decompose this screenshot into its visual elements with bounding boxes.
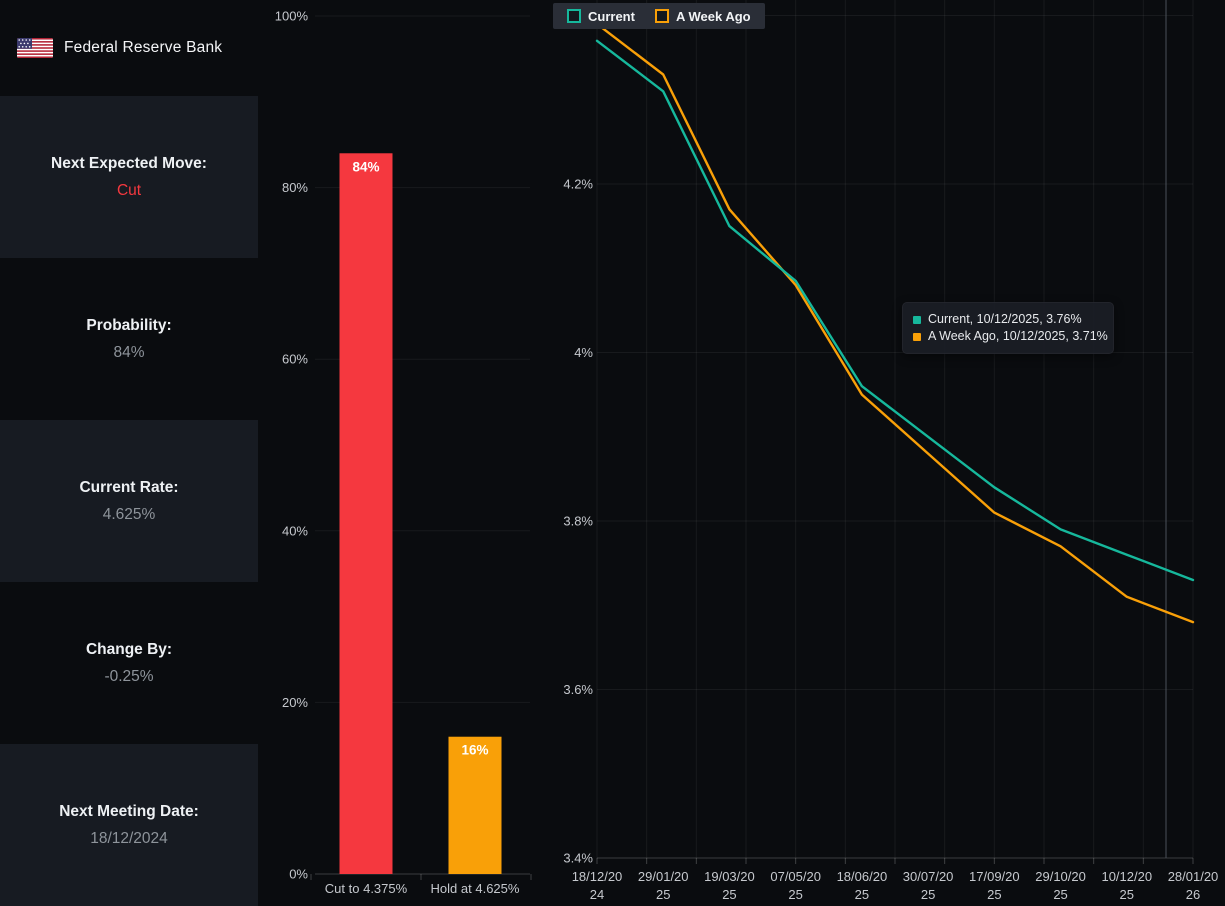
tooltip-text: Current, 10/12/2025, 3.76% xyxy=(928,312,1082,326)
probability-bar-chart[interactable]: 0% 20% 40% 60% 80% 100% 84% Cut to 4.375% 16% Hol… xyxy=(258,0,548,906)
panel-label: Next Meeting Date: xyxy=(59,802,199,820)
bar-chart-ytick-label: 100% xyxy=(275,9,309,24)
line-chart-ytick-label: 4.2% xyxy=(563,177,593,192)
line-chart-xtick-label: 29/10/20 xyxy=(1035,869,1086,884)
bar-chart-ytick-label: 40% xyxy=(282,523,308,538)
bar-value-label: 84% xyxy=(352,159,379,174)
panel-next-meeting-date: Next Meeting Date: 18/12/2024 xyxy=(0,744,258,906)
bar-chart-ytick-label: 0% xyxy=(289,867,308,882)
line-chart-xtick-label: 30/07/20 xyxy=(903,869,954,884)
panel-probability: Probability: 84% xyxy=(0,258,258,420)
panel-label: Probability: xyxy=(86,316,172,334)
panel-value: -0.25% xyxy=(104,667,154,685)
line-chart-ytick-label: 3.8% xyxy=(563,514,593,529)
tooltip-text: A Week Ago, 10/12/2025, 3.71% xyxy=(928,329,1108,343)
line-chart-xtick-label: 25 xyxy=(987,887,1001,902)
probability-bar-chart-section: 0% 20% 40% 60% 80% 100% 84% Cut to 4.375% 16% Hol… xyxy=(258,0,548,906)
bar-chart-xtick-label: Cut to 4.375% xyxy=(325,881,408,896)
line-chart-xtick-label: 07/05/20 xyxy=(770,869,821,884)
panel-label: Current Rate: xyxy=(79,478,179,496)
sidebar: Federal Reserve Bank Next Expected Move:… xyxy=(0,0,258,906)
bar-chart-xtick-label: Hold at 4.625% xyxy=(431,881,520,896)
bar-chart-ytick-label: 80% xyxy=(282,180,308,195)
us-flag-icon xyxy=(17,38,53,58)
panel-value: 18/12/2024 xyxy=(90,829,168,847)
line-chart-xtick-label: 18/06/20 xyxy=(837,869,888,884)
panel-next-expected-move: Next Expected Move: Cut xyxy=(0,96,258,258)
rate-line-chart[interactable]: 3.4% 3.6% 3.8% 4% 4.2% 18/12/20 24 29/01/20 25 19… xyxy=(548,0,1225,906)
panel-label: Change By: xyxy=(85,640,173,658)
line-chart-xtick-label: 26 xyxy=(1186,887,1200,902)
legend-item-week-ago[interactable]: A Week Ago xyxy=(654,8,751,24)
line-chart-xtick-label: 18/12/20 xyxy=(572,869,623,884)
tooltip-row-week-ago: A Week Ago, 10/12/2025, 3.71% xyxy=(913,328,1108,345)
line-chart-xtick-label: 25 xyxy=(722,887,736,902)
tooltip-swatch-week-ago-icon xyxy=(913,332,921,341)
line-chart-xtick-label: 29/01/20 xyxy=(638,869,689,884)
line-chart-ytick-label: 3.4% xyxy=(563,851,593,866)
legend-swatch-week-ago-icon xyxy=(654,9,669,23)
bar-chart-ytick-label: 60% xyxy=(282,352,308,367)
line-chart-xtick-label: 28/01/20 xyxy=(1168,869,1219,884)
tooltip-swatch-current-icon xyxy=(913,315,921,324)
bar-value-label: 16% xyxy=(461,743,488,758)
legend-label-week-ago: A Week Ago xyxy=(675,8,751,24)
line-chart-xtick-label: 10/12/20 xyxy=(1101,869,1152,884)
panel-value: 4.625% xyxy=(102,505,156,523)
line-chart-xtick-label: 25 xyxy=(1053,887,1067,902)
bar-chart-ytick-label: 20% xyxy=(282,695,308,710)
legend-swatch-current-icon xyxy=(567,9,581,23)
line-chart-xtick-label: 25 xyxy=(788,887,802,902)
line-chart-xtick-label: 17/09/20 xyxy=(969,869,1020,884)
panel-label: Next Expected Move: xyxy=(51,154,207,172)
line-chart-xtick-label: 19/03/20 xyxy=(704,869,755,884)
fedwatch-dashboard: Federal Reserve Bank Next Expected Move:… xyxy=(0,0,1225,906)
bar-cut-to-4-375-[interactable] xyxy=(339,153,393,874)
line-chart-xtick-label: 24 xyxy=(590,887,604,902)
legend-item-current[interactable]: Current xyxy=(567,9,635,24)
sidebar-header: Federal Reserve Bank xyxy=(0,0,258,96)
rate-line-chart-section: 3.4% 3.6% 3.8% 4% 4.2% 18/12/20 24 29/01/20 25 19… xyxy=(548,0,1225,906)
legend-label-current: Current xyxy=(588,8,635,24)
line-chart-xtick-label: 25 xyxy=(656,887,670,902)
line-chart-xtick-label: 25 xyxy=(1120,887,1134,902)
chart-tooltip: Current, 10/12/2025, 3.76% A Week Ago, 1… xyxy=(902,302,1114,354)
tooltip-row-current: Current, 10/12/2025, 3.76% xyxy=(913,311,1103,328)
chart-legend: Current A Week Ago xyxy=(553,3,765,29)
page-title: Federal Reserve Bank xyxy=(64,39,223,56)
panel-change-by: Change By: -0.25% xyxy=(0,582,258,744)
panel-value: Cut xyxy=(116,181,142,199)
line-chart-xtick-label: 25 xyxy=(921,887,935,902)
panel-value: 84% xyxy=(113,343,145,361)
line-chart-ytick-label: 3.6% xyxy=(563,682,593,697)
panel-current-rate: Current Rate: 4.625% xyxy=(0,420,258,582)
line-chart-ytick-label: 4% xyxy=(574,345,593,360)
line-chart-xtick-label: 25 xyxy=(855,887,869,902)
